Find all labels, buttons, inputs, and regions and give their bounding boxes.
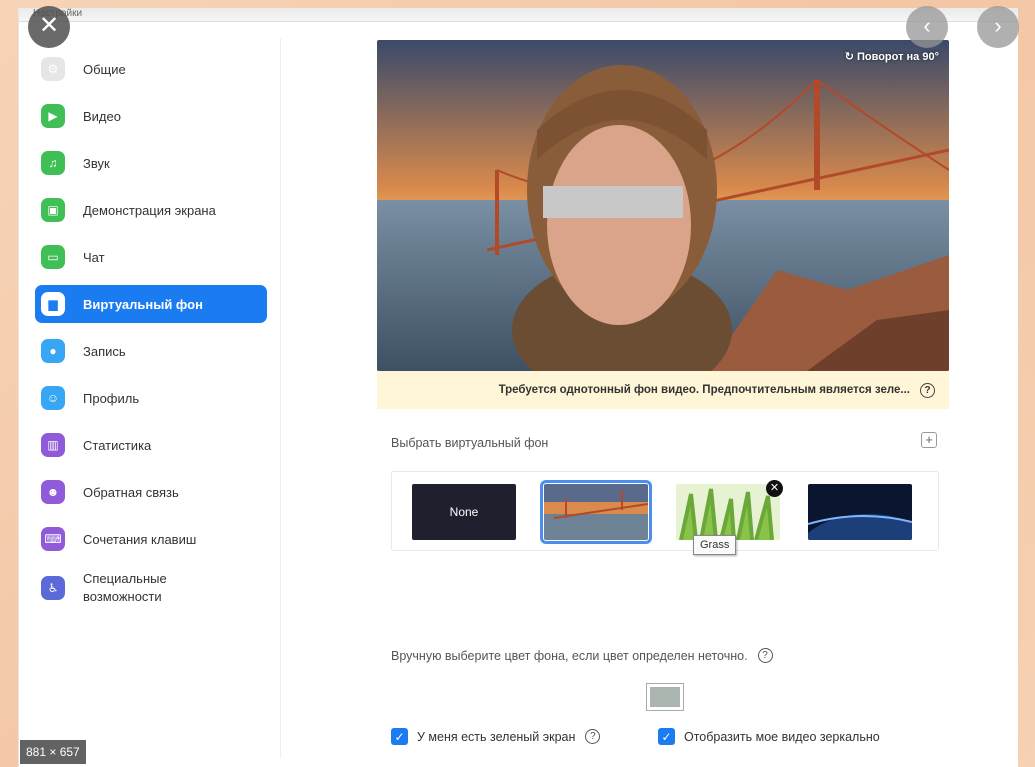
accessibility-icon: ♿	[41, 576, 65, 600]
video-icon: ▶	[41, 104, 65, 128]
sidebar-item-11[interactable]: ♿ Специальные возможности	[35, 564, 267, 612]
golden-gate-thumbnail	[544, 484, 648, 540]
add-background-button[interactable]: +	[921, 432, 937, 448]
green-screen-option[interactable]: ✓ У меня есть зеленый экран ?	[391, 728, 601, 745]
sidebar-item-label: Звук	[83, 155, 110, 171]
sidebar-item-8[interactable]: ▥ Статистика	[35, 426, 267, 464]
manual-color-label: Вручную выберите цвет фона, если цвет оп…	[391, 648, 748, 663]
user-icon: ☺	[41, 386, 65, 410]
choose-background-label: Выбрать виртуальный фон	[391, 436, 549, 450]
mirror-option[interactable]: ✓ Отобразить мое видео зеркально	[658, 728, 880, 745]
green-screen-checkbox[interactable]: ✓	[391, 728, 408, 745]
next-image-button[interactable]: ›	[977, 6, 1019, 48]
sidebar-item-label: Виртуальный фон	[83, 296, 203, 312]
preview-image	[377, 40, 949, 371]
background-golden-gate[interactable]	[540, 480, 652, 544]
bar-chart-icon: ▥	[41, 433, 65, 457]
window-titlebar: Настройки	[19, 8, 1018, 22]
screen-share-icon: ▣	[41, 198, 65, 222]
person-card-icon: ▆	[41, 292, 65, 316]
sidebar-item-9[interactable]: ☻ Обратная связь	[35, 473, 267, 511]
video-preview: ↻ Поворот на 90°	[377, 40, 949, 371]
manual-color-row: Вручную выберите цвет фона, если цвет оп…	[391, 648, 773, 663]
sidebar-item-5[interactable]: ▆ Виртуальный фон	[35, 285, 267, 323]
background-none-label: None	[449, 505, 479, 519]
sidebar-item-label: Чат	[83, 249, 105, 265]
mirror-checkbox[interactable]: ✓	[658, 728, 675, 745]
settings-sidebar: ⚙ Общие ▶ Видео ♫ Звук ▣ Демонстрация экрана ▭ Ча…	[19, 38, 281, 758]
warning-text: Требуется однотонный фон видео. Предпочт…	[498, 384, 910, 396]
sidebar-item-label: Запись	[83, 343, 126, 359]
grass-thumbnail	[676, 484, 780, 540]
mirror-label: Отобразить мое видео зеркально	[684, 729, 880, 744]
close-viewer-button[interactable]: ✕	[28, 6, 70, 48]
sidebar-item-1[interactable]: ▶ Видео	[35, 97, 267, 135]
chat-icon: ▭	[41, 245, 65, 269]
sidebar-item-label: Видео	[83, 108, 121, 124]
green-screen-warning: Требуется однотонный фон видео. Предпочт…	[377, 371, 949, 409]
help-icon[interactable]: ?	[757, 648, 773, 663]
sidebar-item-label: Обратная связь	[83, 484, 179, 500]
sidebar-item-label: Статистика	[83, 437, 152, 453]
background-none[interactable]: None	[412, 484, 516, 540]
rotate-label: Поворот на 90°	[856, 51, 939, 63]
background-color-picker[interactable]	[646, 683, 684, 711]
thumbnail-tooltip: Grass	[693, 535, 737, 555]
green-screen-label: У меня есть зеленый экран	[417, 729, 576, 744]
help-icon[interactable]: ?	[585, 729, 601, 744]
remove-background-button[interactable]: ✕	[766, 480, 783, 497]
sidebar-item-label: Сочетания клавиш	[83, 531, 197, 547]
background-earth[interactable]	[808, 484, 912, 540]
keyboard-icon: ⌨	[41, 527, 65, 551]
sidebar-item-10[interactable]: ⌨ Сочетания клавиш	[35, 520, 267, 558]
sidebar-item-label: Профиль	[83, 390, 140, 406]
image-size-label: 881 × 657	[20, 740, 86, 764]
sidebar-item-7[interactable]: ☺ Профиль	[35, 379, 267, 417]
sidebar-item-0[interactable]: ⚙ Общие	[35, 50, 267, 88]
background-grass[interactable]	[676, 484, 780, 540]
sidebar-item-label: Специальные возможности	[83, 571, 167, 604]
gear-icon: ⚙	[41, 57, 65, 81]
headphones-icon: ♫	[41, 151, 65, 175]
sidebar-item-label: Демонстрация экрана	[83, 202, 216, 218]
sidebar-item-6[interactable]: ● Запись	[35, 332, 267, 370]
smile-icon: ☻	[41, 480, 65, 504]
sidebar-item-2[interactable]: ♫ Звук	[35, 144, 267, 182]
previous-image-button[interactable]: ‹	[906, 6, 948, 48]
sidebar-item-label: Общие	[83, 61, 126, 77]
record-icon: ●	[41, 339, 65, 363]
rotate-icon: ↻	[844, 51, 854, 63]
rotate-button[interactable]: ↻ Поворот на 90°	[845, 50, 939, 63]
sidebar-item-4[interactable]: ▭ Чат	[35, 238, 267, 276]
earth-thumbnail	[808, 484, 912, 540]
background-thumbnails: None	[391, 471, 939, 551]
help-icon[interactable]: ?	[920, 382, 935, 398]
sidebar-item-3[interactable]: ▣ Демонстрация экрана	[35, 191, 267, 229]
